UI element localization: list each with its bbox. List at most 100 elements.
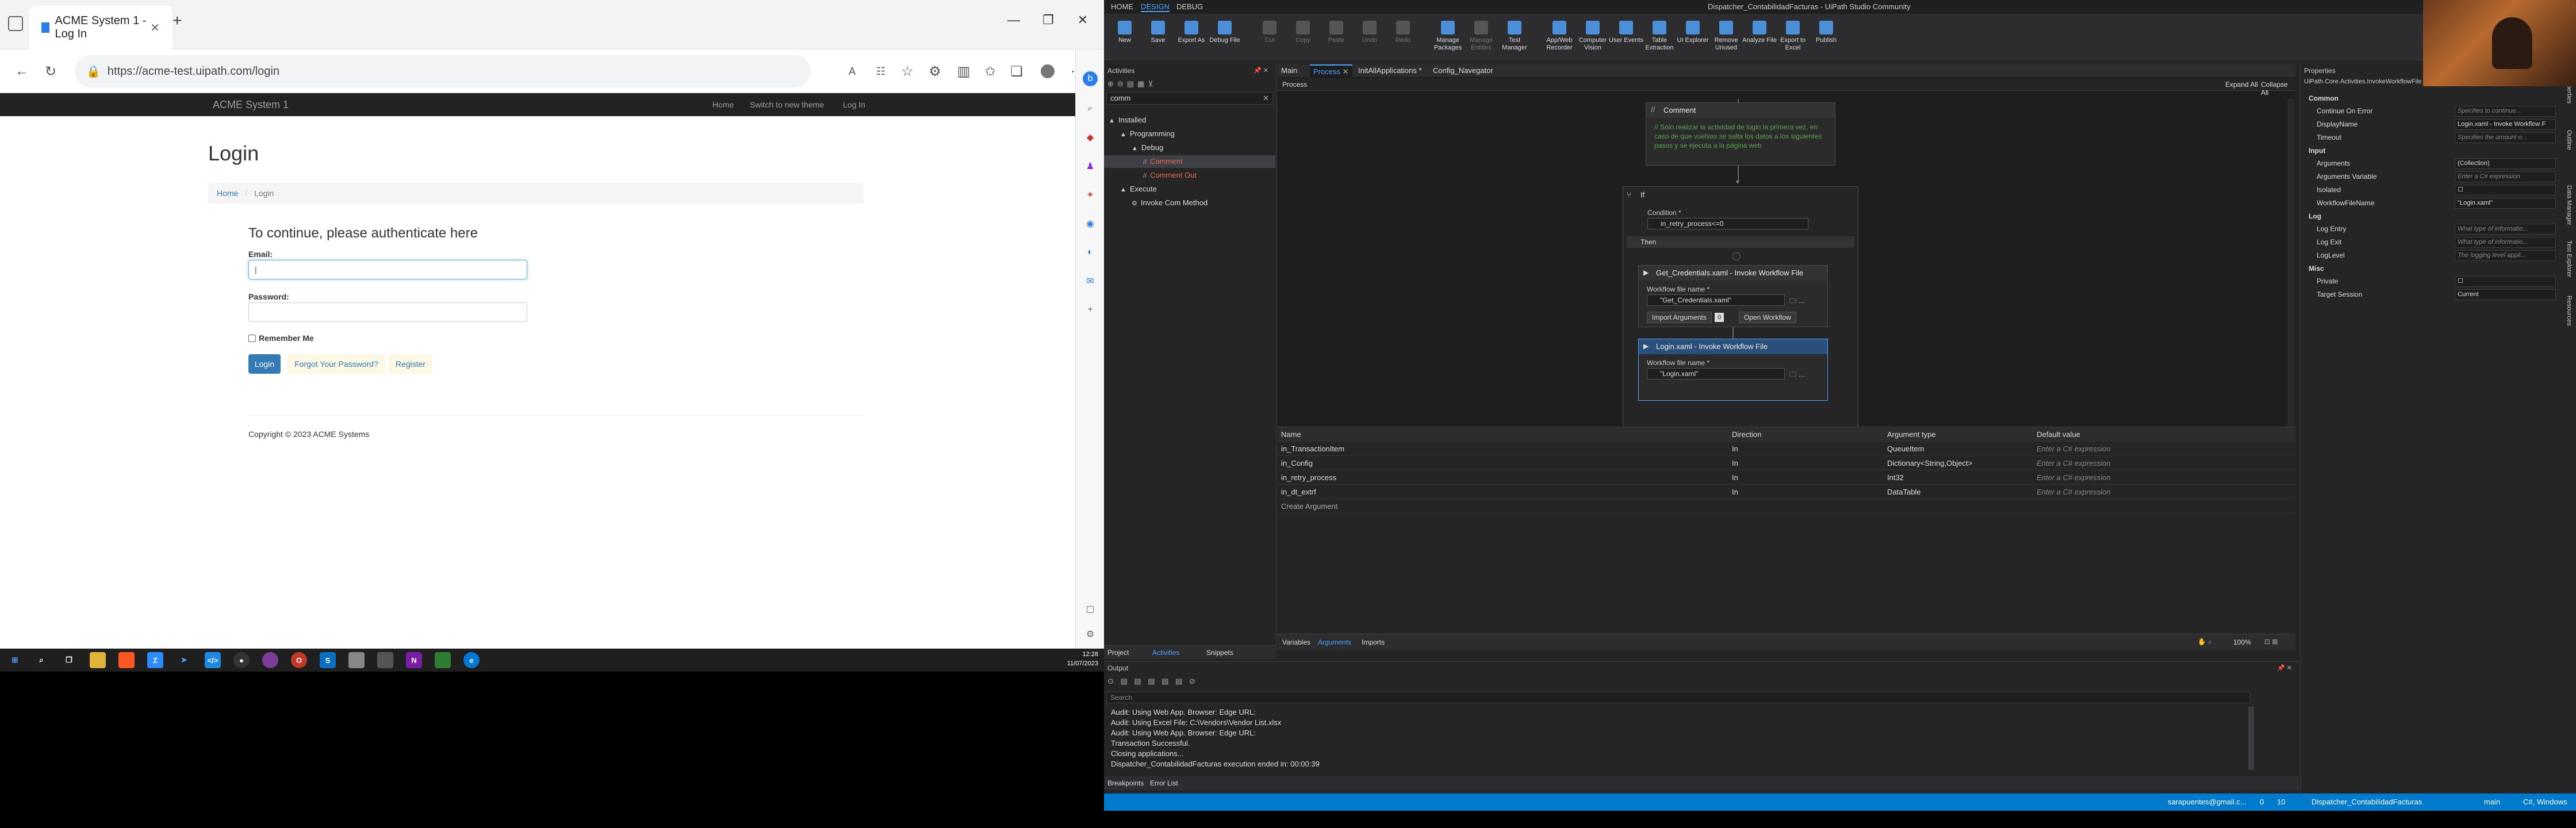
property-value[interactable]: What type of informatio...: [2455, 237, 2556, 248]
right-dock-tab[interactable]: Test Explorer: [2566, 240, 2573, 277]
right-dock-tab[interactable]: Data Manager: [2566, 185, 2573, 225]
ribbon-button-20[interactable]: Publish: [1809, 21, 1843, 44]
office-icon[interactable]: ◐: [1083, 245, 1098, 260]
ribbon-button-0[interactable]: New: [1107, 21, 1142, 44]
favorite-star-icon[interactable]: ☆: [895, 59, 920, 84]
app-icon[interactable]: [377, 652, 393, 668]
user-account[interactable]: sarapuentes@gmail.c...: [2168, 798, 2247, 806]
output-filter-icons[interactable]: ⊙ ▤ ▤ ▤ ▤ ▤ ⊘: [1107, 677, 1198, 686]
register-link[interactable]: Register: [389, 354, 432, 374]
email-field[interactable]: |: [248, 260, 527, 279]
property-value[interactable]: Current: [2455, 289, 2556, 300]
argument-cell[interactable]: In: [1732, 470, 1738, 485]
add-sidebar-icon[interactable]: +: [1083, 302, 1098, 317]
property-section-misc[interactable]: Misc: [2301, 262, 2576, 275]
invoke-get-credentials-activity[interactable]: Get_Credentials.xaml - Invoke Workflow F…: [1638, 265, 1828, 327]
property-value[interactable]: Login.xaml - Invoke Workflow F: [2455, 119, 2556, 130]
argument-cell[interactable]: In: [1732, 485, 1738, 499]
output-scrollbar[interactable]: [2248, 707, 2254, 770]
favorites-icon[interactable]: ✩: [977, 59, 1003, 84]
target-framework[interactable]: C#, Windows: [2523, 798, 2567, 806]
folder-icon[interactable]: 🗀 …: [1789, 296, 1805, 308]
activity-tree-item[interactable]: ▲ Debug: [1104, 141, 1275, 154]
activities-tab[interactable]: Activities: [1152, 649, 1179, 657]
ribbon-button-17[interactable]: Remove Unused: [1709, 21, 1743, 52]
app-icon[interactable]: [348, 652, 365, 668]
clock-date[interactable]: 11/07/2023: [1064, 660, 1098, 667]
split-screen-icon[interactable]: ▥: [951, 59, 976, 84]
error-count[interactable]: 0: [2260, 798, 2264, 806]
fit-screen-icon[interactable]: ⊡ ⊠: [2264, 638, 2278, 646]
ribbon-button-18[interactable]: Analyze File: [1742, 21, 1777, 44]
ribbon-button-7[interactable]: Undo: [1352, 21, 1387, 44]
property-value[interactable]: The logging level appli...: [2455, 250, 2556, 261]
ribbon-button-13[interactable]: Computer Vision: [1575, 21, 1610, 52]
ribbon-button-16[interactable]: UI Explorer: [1676, 21, 1710, 44]
property-value[interactable]: ☐: [2455, 276, 2556, 287]
ribbon-button-12[interactable]: App/Web Recorder: [1542, 21, 1577, 52]
argument-cell[interactable]: Enter a C# expression: [2037, 485, 2111, 499]
ribbon-button-5[interactable]: Copy: [1286, 21, 1320, 44]
app-icon[interactable]: [118, 652, 135, 668]
ribbon-button-11[interactable]: Test Manager: [1497, 21, 1532, 52]
activities-toolbar-icons[interactable]: ⊕⊖▤▦⊻: [1107, 79, 1157, 89]
activity-tree-item[interactable]: ⚙ Invoke Com Method: [1104, 197, 1275, 209]
argument-row[interactable]: in_dt_extrf In DataTable Enter a C# express…: [1278, 485, 2295, 499]
ribbon-button-3[interactable]: Debug File: [1208, 21, 1242, 44]
tab-actions-icon[interactable]: [8, 16, 23, 31]
github-icon[interactable]: ●: [233, 652, 250, 668]
property-value[interactable]: Specifies to continue...: [2455, 106, 2556, 117]
activity-tree-item[interactable]: //Comment: [1104, 155, 1275, 168]
right-dock-tab[interactable]: Resources: [2566, 296, 2573, 326]
tab-process[interactable]: Process ✕: [1310, 64, 1352, 77]
file-explorer-icon[interactable]: [90, 652, 106, 668]
argument-cell[interactable]: Enter a C# expression: [2037, 456, 2111, 470]
tab-config-navegator[interactable]: Config_Navegator: [1433, 66, 1493, 75]
right-dock-tab[interactable]: Outline: [2566, 130, 2573, 150]
argument-cell[interactable]: QueueItem: [1887, 442, 1924, 456]
arguments-tab[interactable]: Arguments: [1318, 638, 1351, 646]
property-value[interactable]: (Collection): [2455, 158, 2556, 169]
close-tab-icon[interactable]: ✕: [1343, 67, 1349, 76]
search-icon[interactable]: ⌕: [1083, 101, 1098, 116]
canvas-scrollbar[interactable]: [2287, 99, 2294, 427]
branch-name[interactable]: main: [2484, 798, 2500, 806]
property-section-common[interactable]: Common: [2301, 92, 2576, 105]
snippets-tab[interactable]: Snippets: [1206, 649, 1233, 657]
zoom-icon[interactable]: Z: [147, 652, 163, 668]
copilot-icon[interactable]: b: [1083, 71, 1098, 86]
app-icon[interactable]: ➤: [176, 652, 192, 668]
if-activity[interactable]: ⑂ If Condition * in_retry_process<=0 The…: [1623, 186, 1858, 427]
sidebar-settings-icon[interactable]: ⚙: [1083, 627, 1098, 642]
collections-icon[interactable]: ❏: [1004, 59, 1029, 84]
games-icon[interactable]: ◉: [1083, 216, 1098, 231]
immersive-reader-icon[interactable]: ☷: [868, 59, 894, 84]
sidebar-layout-icon[interactable]: ▢: [1083, 601, 1098, 616]
ribbon-button-19[interactable]: Export to Excel: [1776, 21, 1810, 52]
clear-search-icon[interactable]: ✕: [1263, 93, 1269, 104]
ribbon-button-9[interactable]: Manage Packages: [1431, 21, 1465, 52]
ribbon-button-2[interactable]: Export As: [1174, 21, 1209, 44]
argument-row[interactable]: in_Config In Dictionary<String,Object> Ente…: [1278, 456, 2295, 470]
app-icon[interactable]: [435, 652, 451, 668]
argument-cell[interactable]: Enter a C# expression: [2037, 442, 2111, 456]
minimize-button[interactable]: —: [1000, 13, 1027, 28]
shopping-icon[interactable]: ◆: [1083, 130, 1098, 145]
activities-search-input[interactable]: comm ✕: [1106, 92, 1273, 105]
tab-init-all-applications[interactable]: InitAllApplications *: [1358, 66, 1422, 75]
ribbon-button-14[interactable]: User Events: [1609, 21, 1643, 44]
nav-login-link[interactable]: Log In: [843, 93, 865, 116]
acme-brand[interactable]: ACME System 1: [213, 93, 289, 116]
ribbon-button-1[interactable]: Save: [1141, 21, 1175, 44]
activity-tree-item[interactable]: //Comment Out: [1104, 169, 1275, 182]
password-field[interactable]: [248, 302, 527, 322]
edge-icon[interactable]: e: [463, 652, 480, 668]
vscode-icon[interactable]: </>: [205, 652, 221, 668]
project-tab[interactable]: Project: [1107, 649, 1129, 657]
argument-cell[interactable]: Dictionary<String,Object>: [1887, 456, 1972, 470]
activity-tree-item[interactable]: ▲ Programming: [1104, 128, 1275, 140]
login-button[interactable]: Login: [248, 354, 281, 374]
imports-tab[interactable]: Imports: [1362, 638, 1385, 646]
condition-input[interactable]: in_retry_process<=0: [1647, 218, 1808, 229]
expand-all-button[interactable]: Expand All: [2225, 80, 2258, 89]
